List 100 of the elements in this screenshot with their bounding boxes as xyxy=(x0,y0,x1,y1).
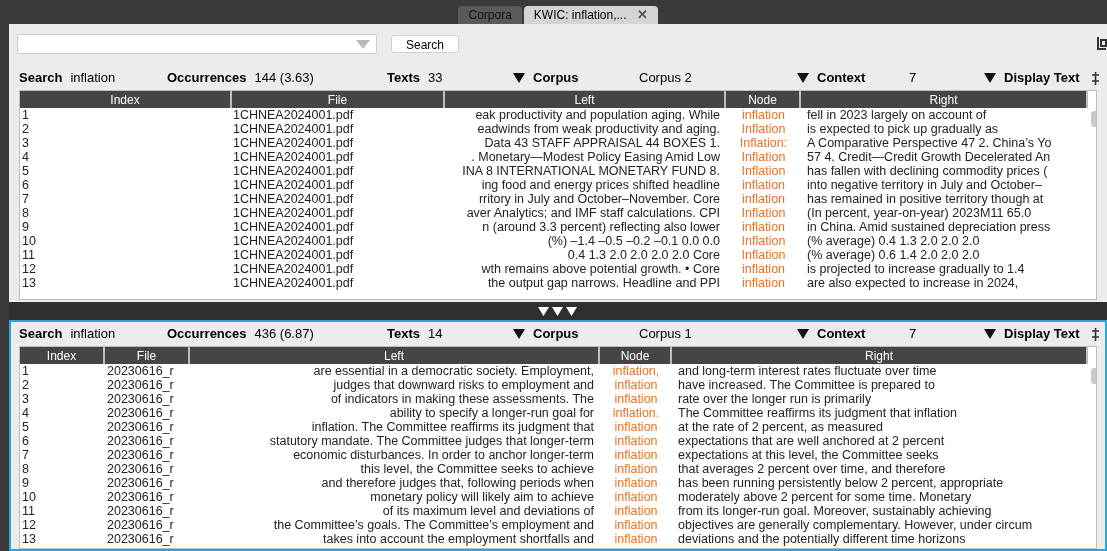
field-label: Corpus xyxy=(533,325,579,344)
table-cell-text: the output gap narrows. Headline and PPI xyxy=(486,276,721,290)
caret-icon[interactable] xyxy=(513,73,525,83)
table-cell-text: 10 xyxy=(21,490,37,504)
table-cell-text: inflation xyxy=(740,108,787,122)
field-label: Texts xyxy=(387,325,420,344)
table-cell-text: has fallen with declining commodity prices ( xyxy=(806,164,1049,178)
field-value: 33 xyxy=(428,69,443,88)
table-cell-text: 20230616_r xyxy=(106,476,175,490)
table-cell-text: and therefore judges that, following periods when xyxy=(320,476,595,490)
column-header[interactable]: Node xyxy=(726,91,801,108)
table-cell-text: monetary policy will likely aim to achieve xyxy=(369,490,595,504)
caret-icon[interactable] xyxy=(797,329,809,339)
table-cell-text: inflation, xyxy=(611,364,661,378)
table-cell-text: 1CHNEA2024001.pdf xyxy=(232,192,355,206)
table-cell-text: aver Analytics; and IMF staff calculations. CPI xyxy=(465,206,721,220)
close-button[interactable]: ✕ xyxy=(636,5,648,25)
table-cell-text: inflation xyxy=(740,178,787,192)
table-cell-text: judges that downward risks to employment and xyxy=(332,378,595,392)
table-cell-text: 1CHNEA2024001.pdf xyxy=(232,122,355,136)
table-cell-text: 6 xyxy=(21,178,30,192)
table-cell-text: at the rate of 2 percent, as measured xyxy=(677,420,884,434)
table-cell-text: . Monetary—Modest Policy Easing Amid Low xyxy=(470,150,721,164)
table-cell-text: that averages 2 percent over time, and therefore xyxy=(677,462,947,476)
table-cell-text: 2 xyxy=(21,122,30,136)
caret-icon[interactable] xyxy=(797,73,809,83)
column-header[interactable]: Left xyxy=(190,347,600,364)
caret-icon[interactable] xyxy=(984,73,996,83)
table-cell-text: 20230616_r xyxy=(106,378,175,392)
table-cell-text: (% average) 0.4 1.3 2.0 2.0 2.0 xyxy=(806,234,981,248)
table-cell-text: ing food and energy prices shifted headline xyxy=(480,178,721,192)
table-cell-text: takes into account the employment shortfalls and xyxy=(322,532,595,546)
table-cell-text: 1CHNEA2024001.pdf xyxy=(232,178,355,192)
table-cell-text: fell in 2023 largely on account of xyxy=(806,108,988,122)
field-value: Corpus 1 xyxy=(639,325,693,344)
table-cell-text: objectives are generally complementary. However, under circum xyxy=(677,518,1034,532)
table-cell-text: 1CHNEA2024001.pdf xyxy=(232,108,355,122)
table-cell-text: rritory in July and October–November. Core xyxy=(477,192,721,206)
table-cell-text: expectations at this level, the Committee seeks xyxy=(677,448,940,462)
table-cell-text: 4 xyxy=(21,406,30,420)
table-cell-text: inflation xyxy=(613,462,659,476)
table-cell-text: inflation xyxy=(613,476,659,490)
column-header[interactable]: Index xyxy=(20,91,232,108)
column-header[interactable]: Left xyxy=(445,91,726,108)
field-label: Texts xyxy=(387,69,420,88)
tab[interactable]: KWIC: inflation,... ✕ xyxy=(523,6,658,24)
field-value: Corpus 2 xyxy=(639,69,693,88)
table-cell-text: inflation xyxy=(613,504,659,518)
table-cell-text: Inflation xyxy=(740,164,787,178)
table-cell-text: 1CHNEA2024001.pdf xyxy=(232,248,355,262)
table-cell-text: have increased. The Committee is prepared to xyxy=(677,378,936,392)
column-header[interactable]: Right xyxy=(801,91,1088,108)
table-cell-text: inflation xyxy=(613,434,659,448)
table-cell-text: 20230616_r xyxy=(106,364,175,378)
table-cell-text: 10 xyxy=(21,234,37,248)
caret-icon[interactable] xyxy=(513,329,525,339)
field-value: inflation xyxy=(70,325,116,344)
table-cell-text: inflation xyxy=(740,220,787,234)
table-cell-text: rate over the longer run is primarily xyxy=(677,392,873,406)
table-cell-text: (% average) 0.6 1.4 2.0 2.0 2.0 xyxy=(806,248,981,262)
table-cell-text: Data 43 STAFF APPRAISAL 44 BOXES 1. xyxy=(483,136,721,150)
table-cell-text: inflation xyxy=(613,532,659,546)
table-cell-text: eadwinds from weak productivity and aging. xyxy=(476,122,721,136)
table-cell-text: (%) –1.4 –0.5 –0.2 –0.1 0.0 0.0 xyxy=(546,234,721,248)
table-cell-text: are essential in a democratic society. Employment, xyxy=(312,364,595,378)
search-button[interactable]: Search xyxy=(391,35,460,53)
field-value: 7 xyxy=(909,69,918,88)
field-label: Context xyxy=(817,69,866,88)
table-cell-text: Inflation xyxy=(740,150,787,164)
column-header[interactable]: Node xyxy=(600,347,672,364)
splitter-arrows-icon[interactable] xyxy=(538,306,578,316)
table-cell-text: 4 xyxy=(21,150,30,164)
column-header[interactable]: Right xyxy=(672,347,1088,364)
table-cell-text: inflation xyxy=(740,276,787,290)
table-cell-text: 1CHNEA2024001.pdf xyxy=(232,276,355,290)
table-cell-text: 7 xyxy=(21,448,30,462)
export-icon[interactable] xyxy=(1097,36,1107,50)
column-header[interactable]: Index xyxy=(20,347,105,364)
table-cell-text: eak productivity and population aging. While xyxy=(474,108,721,122)
table-cell-text: is expected to pick up gradually as xyxy=(806,122,1000,136)
field-value: 7 xyxy=(909,325,918,344)
table-cell-text: inflation. xyxy=(611,406,661,420)
table-cell-text: 20230616_r xyxy=(106,462,175,476)
table-cell-text: into negative territory in July and October– xyxy=(806,178,1043,192)
table-cell-text: 8 xyxy=(21,206,30,220)
field-value: 436 (6.87) xyxy=(254,325,314,344)
column-header[interactable]: File xyxy=(232,91,445,108)
table-cell-text: of indicators in making these assessments. The xyxy=(329,392,595,406)
column-header[interactable]: File xyxy=(105,347,190,364)
table-cell-text: The Committee reaffirms its judgment that inflation xyxy=(677,406,959,420)
table-cell-text: statutory mandate. The Committee judges that longer-term xyxy=(268,434,595,448)
table-cell-text: 57 4. Credit—Credit Growth Decelerated An xyxy=(806,150,1052,164)
column-handle-icon[interactable] xyxy=(1092,328,1099,341)
table-cell-text: moderately above 2 percent for some time. Monetary xyxy=(677,490,973,504)
table-cell-text: wth remains above potential growth. • Core xyxy=(480,262,721,276)
table-cell-text: inflation xyxy=(613,448,659,462)
table-cell-text: inflation xyxy=(740,192,787,206)
caret-icon[interactable] xyxy=(984,329,996,339)
column-handle-icon[interactable] xyxy=(1092,72,1099,85)
table-cell-text: 20230616_r xyxy=(106,406,175,420)
